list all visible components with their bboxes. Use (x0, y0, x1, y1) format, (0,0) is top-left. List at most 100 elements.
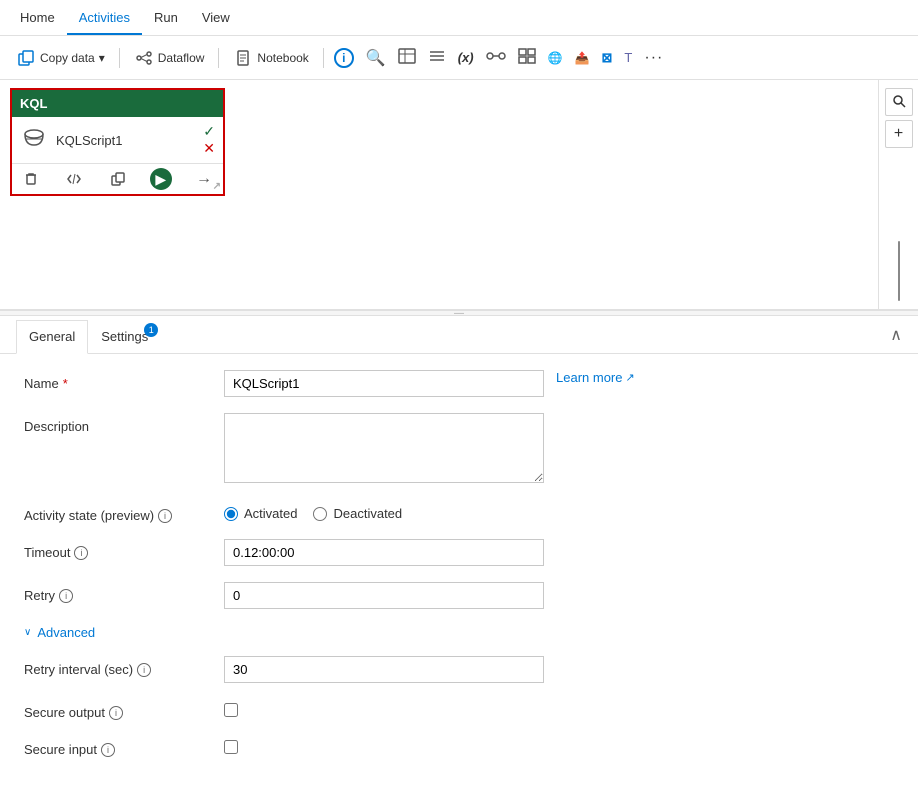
timeout-row: Timeout i (24, 539, 894, 566)
radio-activated-input[interactable] (224, 507, 238, 521)
secure-input-checkbox[interactable] (224, 740, 238, 754)
activity-state-info-icon[interactable]: i (158, 509, 172, 523)
pipeline-toolbar-btn[interactable] (482, 44, 510, 71)
external-link-icon: ↗ (625, 371, 634, 384)
table-toolbar-btn[interactable] (394, 44, 420, 71)
activity-state-radio-group: Activated Deactivated (224, 502, 402, 521)
secure-input-info-icon[interactable]: i (101, 743, 115, 757)
top-navigation: Home Activities Run View (0, 0, 918, 36)
name-required: * (63, 376, 68, 391)
resize-icon: ↗ (213, 181, 221, 192)
send-icon: 📤 (575, 51, 590, 65)
canvas-right-panel: + (878, 80, 918, 309)
grid-icon (518, 48, 536, 67)
retry-interval-row: Retry interval (sec) i (24, 656, 894, 683)
secure-output-info-icon[interactable]: i (109, 706, 123, 720)
notebook-icon (233, 48, 253, 68)
code-icon[interactable] (63, 168, 85, 190)
notebook-button[interactable]: Notebook (225, 44, 316, 72)
name-input[interactable] (224, 370, 544, 397)
name-row: Name * Learn more ↗ (24, 370, 894, 397)
variable-icon: (x) (458, 50, 474, 65)
radio-activated-label: Activated (244, 506, 297, 521)
radio-deactivated-input[interactable] (313, 507, 327, 521)
copy-data-button[interactable]: Copy data ▾ (8, 44, 113, 72)
kql-node-body: KQLScript1 ✓ ✕ (12, 117, 223, 164)
learn-more-link[interactable]: Learn more ↗ (556, 370, 635, 385)
timeout-control (224, 539, 544, 566)
retry-interval-info-icon[interactable]: i (137, 663, 151, 677)
copy-icon[interactable] (107, 168, 129, 190)
canvas-search-btn[interactable] (885, 88, 913, 116)
bottom-panel: General Settings 1 ∧ Name * Learn more ↗ (0, 316, 918, 789)
variable-toolbar-btn[interactable]: (x) (454, 46, 478, 69)
radio-deactivated[interactable]: Deactivated (313, 506, 402, 521)
description-row: Description (24, 413, 894, 486)
name-label: Name * (24, 370, 224, 391)
secure-input-control (224, 736, 238, 757)
outlook-toolbar-btn[interactable]: ⊠ (598, 46, 617, 70)
nav-view[interactable]: View (190, 0, 242, 35)
secure-output-control (224, 699, 238, 720)
secure-output-label: Secure output i (24, 699, 224, 720)
description-control (224, 413, 544, 486)
globe-toolbar-btn[interactable]: 🌐 (544, 47, 567, 69)
tab-general[interactable]: General (16, 320, 88, 354)
arrow-toolbar-btn[interactable]: 📤 (571, 47, 594, 69)
kql-node[interactable]: KQL ↗ KQLScript1 ✓ ✕ (10, 88, 225, 196)
activity-state-label: Activity state (preview) i (24, 502, 224, 523)
nav-home[interactable]: Home (8, 0, 67, 35)
globe-icon: 🌐 (548, 51, 563, 65)
secure-input-label: Secure input i (24, 736, 224, 757)
radio-activated[interactable]: Activated (224, 506, 297, 521)
advanced-toggle[interactable]: ∨ Advanced (24, 625, 894, 640)
kql-x-icon: ✕ (203, 140, 215, 157)
form-area: Name * Learn more ↗ Description Activity (0, 354, 918, 789)
toolbar-separator-1 (119, 48, 120, 68)
timeout-label: Timeout i (24, 539, 224, 560)
dataflow-button[interactable]: Dataflow (126, 44, 213, 72)
toolbar-separator-2 (218, 48, 219, 68)
kql-node-header: KQL ↗ (12, 90, 223, 117)
kql-node-actions: ▶ → (12, 164, 223, 194)
info-icon-btn[interactable]: i (330, 44, 358, 72)
grid-toolbar-btn[interactable] (514, 44, 540, 71)
more-toolbar-btn[interactable]: ··· (640, 45, 667, 71)
kql-activity-name: KQLScript1 (56, 133, 122, 148)
nav-run[interactable]: Run (142, 0, 190, 35)
more-icon: ··· (644, 49, 663, 67)
canvas-main[interactable]: KQL ↗ KQLScript1 ✓ ✕ (0, 80, 878, 309)
description-label: Description (24, 413, 224, 434)
timeout-input[interactable] (224, 539, 544, 566)
collapse-panel-btn[interactable]: ∧ (890, 325, 902, 345)
retry-interval-input[interactable] (224, 656, 544, 683)
outlook-icon: ⊠ (602, 50, 613, 66)
canvas-add-btn[interactable]: + (885, 120, 913, 148)
toolbar-separator-3 (323, 48, 324, 68)
delete-icon[interactable] (20, 168, 42, 190)
plus-icon: + (894, 125, 903, 143)
retry-interval-label: Retry interval (sec) i (24, 656, 224, 677)
retry-row: Retry i (24, 582, 894, 609)
retry-control (224, 582, 544, 609)
secure-input-row: Secure input i (24, 736, 894, 757)
tab-settings[interactable]: Settings 1 (88, 320, 161, 353)
dataflow-label: Dataflow (158, 51, 205, 65)
advanced-label: Advanced (37, 625, 95, 640)
list-toolbar-btn[interactable] (424, 44, 450, 71)
teams-toolbar-btn[interactable]: T (620, 46, 636, 69)
kql-node-title: KQL (20, 96, 47, 111)
nav-activities[interactable]: Activities (67, 0, 142, 35)
search-toolbar-btn[interactable]: 🔍 (362, 44, 390, 72)
settings-badge: 1 (144, 323, 158, 337)
timeout-info-icon[interactable]: i (74, 546, 88, 560)
tabs-bar: General Settings 1 ∧ (0, 316, 918, 354)
retry-input[interactable] (224, 582, 544, 609)
search-toolbar-icon: 🔍 (366, 48, 386, 68)
activity-state-row: Activity state (preview) i Activated Dea… (24, 502, 894, 523)
secure-output-checkbox[interactable] (224, 703, 238, 717)
retry-info-icon[interactable]: i (59, 589, 73, 603)
description-textarea[interactable] (224, 413, 544, 483)
notebook-label: Notebook (257, 51, 308, 65)
kql-run-icon[interactable]: ▶ (150, 168, 172, 190)
